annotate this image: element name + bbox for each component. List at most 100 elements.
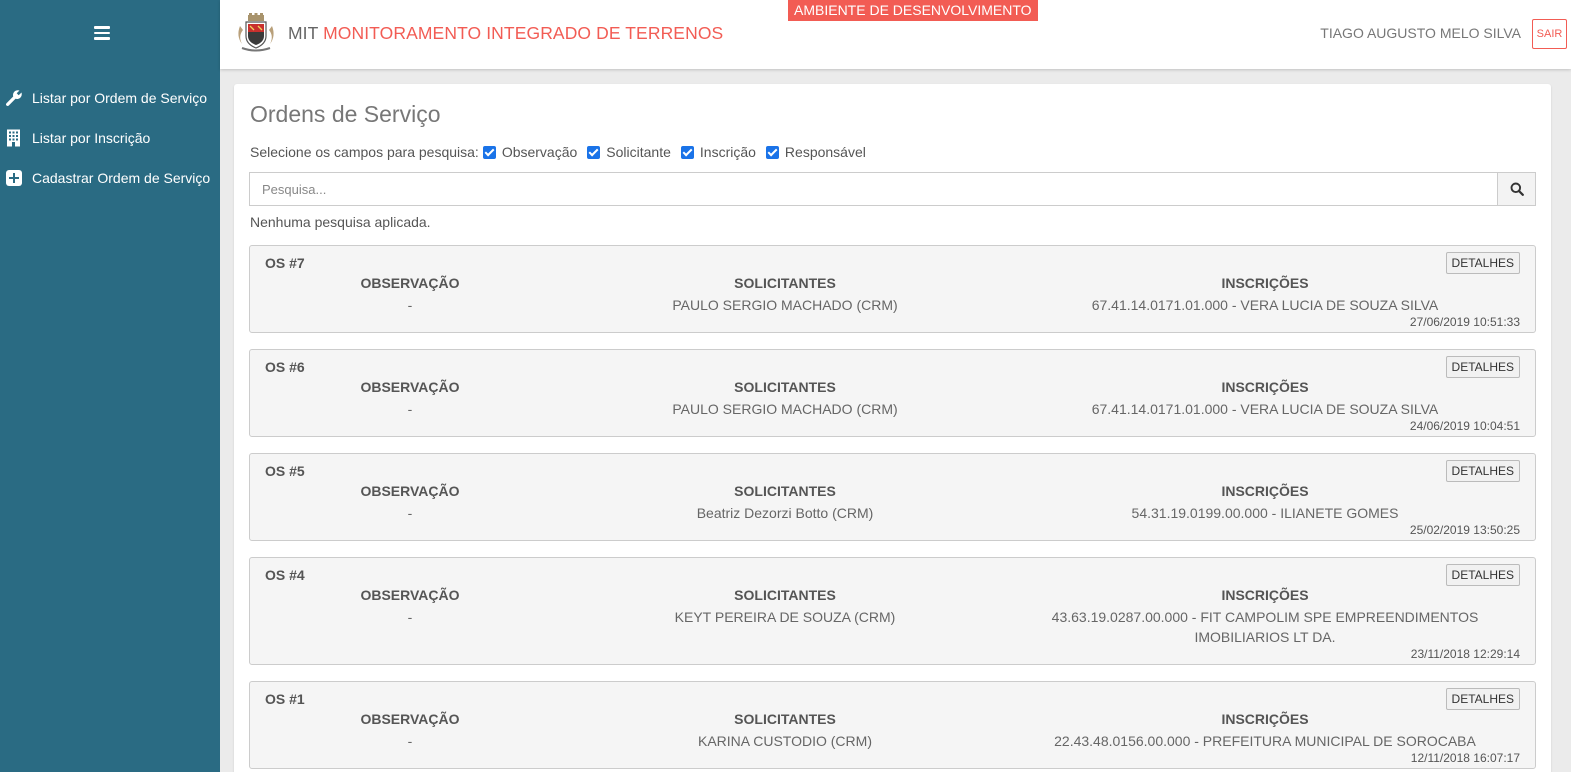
- observation-column: OBSERVAÇÃO -: [250, 711, 570, 751]
- column-header: SOLICITANTES: [734, 711, 836, 727]
- search-icon: [1510, 182, 1524, 196]
- filters-label: Selecione os campos para pesquisa:: [250, 144, 479, 160]
- observation-column: OBSERVAÇÃO -: [250, 275, 570, 315]
- service-order-card: OS #6 DETALHES OBSERVAÇÃO - SOLICITANTES P…: [249, 349, 1536, 437]
- service-order-card: OS #4 DETALHES OBSERVAÇÃO - SOLICITANTES K…: [249, 557, 1536, 665]
- logout-button[interactable]: SAIR: [1532, 19, 1567, 49]
- order-id: OS #5: [265, 463, 305, 479]
- service-order-card: OS #1 DETALHES OBSERVAÇÃO - SOLICITANTES K…: [249, 681, 1536, 769]
- app-title: MIT MONITORAMENTO INTEGRADO DE TERRENOS: [288, 23, 723, 44]
- search-button[interactable]: [1497, 172, 1536, 206]
- order-date: 25/02/2019 13:50:25: [1409, 523, 1520, 537]
- observation-value: -: [407, 505, 413, 521]
- filter-inscricao-checkbox[interactable]: Inscrição: [680, 144, 756, 160]
- details-button[interactable]: DETALHES: [1445, 564, 1520, 586]
- building-icon: [5, 129, 23, 147]
- environment-badge: AMBIENTE DE DESENVOLVIMENTO: [788, 0, 1038, 21]
- order-date: 27/06/2019 10:51:33: [1409, 315, 1520, 329]
- column-header: OBSERVAÇÃO: [360, 587, 460, 603]
- column-header: INSCRIÇÕES: [1221, 483, 1309, 499]
- sidebar-item-list-by-inscription[interactable]: Listar por Inscrição: [0, 118, 220, 158]
- filter-responsavel-checkbox[interactable]: Responsável: [765, 144, 866, 160]
- checkbox-checked-icon[interactable]: [587, 145, 601, 159]
- top-header: MIT MONITORAMENTO INTEGRADO DE TERRENOS …: [220, 0, 1571, 69]
- observation-column: OBSERVAÇÃO -: [250, 483, 570, 523]
- filter-observacao-checkbox[interactable]: Observação: [482, 144, 578, 160]
- inscription-value: 43.63.19.0287.00.000 - FIT CAMPOLIM SPE …: [1051, 609, 1479, 645]
- filter-solicitante-checkbox[interactable]: Solicitante: [587, 144, 671, 160]
- order-columns: OBSERVAÇÃO - SOLICITANTES KEYT PEREIRA DE …: [250, 587, 1537, 647]
- order-date: 23/11/2018 12:29:14: [1410, 647, 1520, 661]
- service-order-card: OS #7 DETALHES OBSERVAÇÃO - SOLICITANTES P…: [249, 245, 1536, 333]
- requesters-column: SOLICITANTES KARINA CUSTODIO (CRM): [570, 711, 1000, 751]
- search-status: Nenhuma pesquisa aplicada.: [250, 214, 431, 230]
- inscriptions-column: INSCRIÇÕES 67.41.14.0171.01.000 - VERA LU…: [1000, 379, 1530, 419]
- checkbox-checked-icon[interactable]: [680, 145, 694, 159]
- inscription-value: 67.41.14.0171.01.000 - VERA LUCIA DE SOU…: [1091, 297, 1439, 313]
- inscriptions-column: INSCRIÇÕES 43.63.19.0287.00.000 - FIT CAM…: [1000, 587, 1530, 647]
- sidebar-item-list-by-service-order[interactable]: Listar por Ordem de Serviço: [0, 78, 220, 118]
- sidebar-item-register-service-order[interactable]: Cadastrar Ordem de Serviço: [0, 158, 220, 198]
- column-header: OBSERVAÇÃO: [360, 711, 460, 727]
- observation-value: -: [407, 733, 413, 749]
- page-title: Ordens de Serviço: [250, 101, 441, 127]
- order-id: OS #6: [265, 359, 305, 375]
- service-order-card: OS #5 DETALHES OBSERVAÇÃO - SOLICITANTES B…: [249, 453, 1536, 541]
- filter-label: Observação: [501, 144, 578, 160]
- observation-value: -: [407, 297, 413, 313]
- requester-value: KEYT PEREIRA DE SOUZA (CRM): [674, 609, 896, 625]
- main-panel: Ordens de Serviço Selecione os campos pa…: [234, 84, 1551, 772]
- details-button[interactable]: DETALHES: [1445, 688, 1520, 710]
- column-header: SOLICITANTES: [734, 275, 836, 291]
- search-input[interactable]: [249, 172, 1497, 206]
- observation-value: -: [407, 401, 413, 417]
- order-date: 24/06/2019 10:04:51: [1409, 419, 1520, 433]
- order-columns: OBSERVAÇÃO - SOLICITANTES Beatriz Dezorzi …: [250, 483, 1537, 523]
- app-title-accent: MONITORAMENTO INTEGRADO DE TERRENOS: [323, 23, 724, 43]
- city-coat-of-arms-logo: [234, 12, 278, 54]
- order-columns: OBSERVAÇÃO - SOLICITANTES PAULO SERGIO MAC…: [250, 275, 1537, 315]
- column-header: OBSERVAÇÃO: [360, 379, 460, 395]
- details-button[interactable]: DETALHES: [1445, 356, 1520, 378]
- column-header: SOLICITANTES: [734, 379, 836, 395]
- inscription-value: 54.31.19.0199.00.000 - ILIANETE GOMES: [1131, 505, 1399, 521]
- filter-label: Solicitante: [606, 144, 671, 160]
- menu-toggle-icon[interactable]: [94, 26, 110, 40]
- app-title-prefix: MIT: [288, 23, 319, 43]
- checkbox-checked-icon[interactable]: [482, 145, 496, 159]
- requester-value: PAULO SERGIO MACHADO (CRM): [672, 401, 898, 417]
- order-id: OS #1: [265, 691, 305, 707]
- plus-square-icon: [5, 169, 23, 187]
- observation-value: -: [407, 609, 413, 625]
- sidebar: Listar por Ordem de Serviço Listar por I…: [0, 0, 220, 772]
- inscriptions-column: INSCRIÇÕES 67.41.14.0171.01.000 - VERA LU…: [1000, 275, 1530, 315]
- inscriptions-column: INSCRIÇÕES 22.43.48.0156.00.000 - PREFEIT…: [1000, 711, 1530, 751]
- sidebar-item-label: Listar por Ordem de Serviço: [32, 90, 208, 106]
- inscription-value: 67.41.14.0171.01.000 - VERA LUCIA DE SOU…: [1091, 401, 1439, 417]
- requester-value: KARINA CUSTODIO (CRM): [698, 733, 872, 749]
- column-header: SOLICITANTES: [734, 587, 836, 603]
- column-header: INSCRIÇÕES: [1221, 379, 1309, 395]
- requesters-column: SOLICITANTES PAULO SERGIO MACHADO (CRM): [570, 379, 1000, 419]
- observation-column: OBSERVAÇÃO -: [250, 379, 570, 419]
- search-filters: Selecione os campos para pesquisa: Obser…: [250, 144, 876, 160]
- sidebar-item-label: Listar por Inscrição: [32, 130, 151, 146]
- requester-value: PAULO SERGIO MACHADO (CRM): [672, 297, 898, 313]
- order-columns: OBSERVAÇÃO - SOLICITANTES PAULO SERGIO MAC…: [250, 379, 1537, 419]
- observation-column: OBSERVAÇÃO -: [250, 587, 570, 647]
- inscriptions-column: INSCRIÇÕES 54.31.19.0199.00.000 - ILIANET…: [1000, 483, 1530, 523]
- column-header: SOLICITANTES: [734, 483, 836, 499]
- details-button[interactable]: DETALHES: [1445, 460, 1520, 482]
- order-id: OS #4: [265, 567, 305, 583]
- checkbox-checked-icon[interactable]: [765, 145, 779, 159]
- filter-label: Inscrição: [699, 144, 756, 160]
- column-header: INSCRIÇÕES: [1221, 711, 1309, 727]
- details-button[interactable]: DETALHES: [1445, 252, 1520, 274]
- inscription-value: 22.43.48.0156.00.000 - PREFEITURA MUNICI…: [1054, 733, 1476, 749]
- column-header: OBSERVAÇÃO: [360, 483, 460, 499]
- search-bar: [249, 172, 1536, 206]
- requesters-column: SOLICITANTES Beatriz Dezorzi Botto (CRM): [570, 483, 1000, 523]
- requesters-column: SOLICITANTES KEYT PEREIRA DE SOUZA (CRM): [570, 587, 1000, 647]
- column-header: INSCRIÇÕES: [1221, 275, 1309, 291]
- sidebar-nav: Listar por Ordem de Serviço Listar por I…: [0, 78, 220, 198]
